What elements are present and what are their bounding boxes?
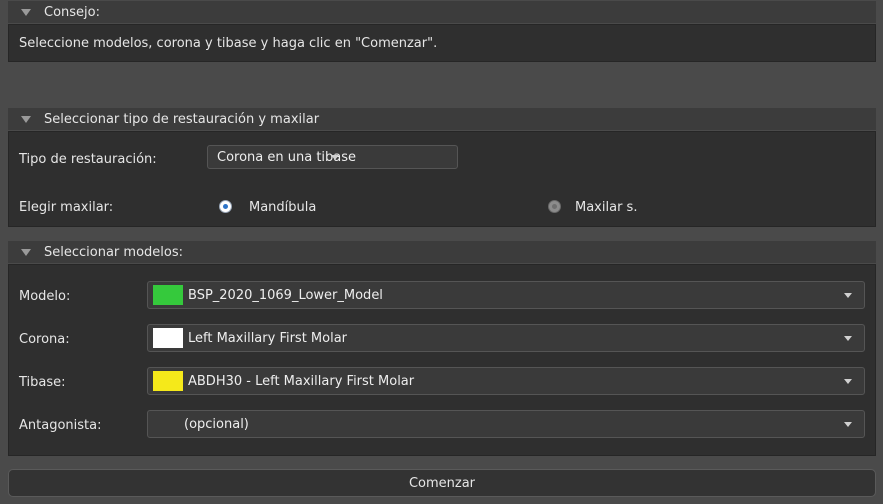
radio-maxilar[interactable]: [548, 200, 561, 213]
restoration-type-dropdown[interactable]: Corona en una tibase: [207, 145, 458, 169]
tibase-value: ABDH30 - Left Maxillary First Molar: [188, 373, 415, 389]
antagonist-label: Antagonista:: [19, 418, 102, 433]
models-header-label: Seleccionar modelos:: [44, 244, 183, 260]
chevron-down-icon: [844, 336, 852, 341]
restoration-panel: Tipo de restauración: Corona en una tiba…: [8, 131, 876, 227]
restoration-section-header[interactable]: Seleccionar tipo de restauración y maxil…: [8, 108, 876, 130]
tibase-dropdown[interactable]: ABDH30 - Left Maxillary First Molar: [147, 367, 865, 395]
chevron-down-icon: [331, 155, 339, 160]
tip-section-header[interactable]: Consejo:: [8, 1, 876, 23]
chevron-down-icon: [844, 293, 852, 298]
models-section-header[interactable]: Seleccionar modelos:: [8, 241, 876, 263]
collapse-triangle-icon[interactable]: [21, 115, 31, 123]
models-panel: Modelo: BSP_2020_1069_Lower_Model Corona…: [8, 264, 876, 456]
model-label: Modelo:: [19, 289, 71, 304]
antagonist-dropdown[interactable]: (opcional): [147, 410, 865, 438]
chevron-down-icon: [844, 422, 852, 427]
radio-maxilar-label[interactable]: Maxilar s.: [575, 200, 637, 215]
radio-mandibula-label[interactable]: Mandíbula: [249, 200, 316, 215]
model-value: BSP_2020_1069_Lower_Model: [188, 287, 383, 303]
collapse-triangle-icon[interactable]: [21, 8, 31, 16]
model-dropdown[interactable]: BSP_2020_1069_Lower_Model: [147, 281, 865, 309]
tibase-label: Tibase:: [19, 375, 66, 390]
jaw-label: Elegir maxilar:: [19, 200, 114, 215]
tip-text: Seleccione modelos, corona y tibase y ha…: [19, 36, 438, 51]
radio-mandibula[interactable]: [219, 200, 232, 213]
crown-label: Corona:: [19, 332, 70, 347]
restoration-header-label: Seleccionar tipo de restauración y maxil…: [44, 111, 320, 127]
start-button[interactable]: Comenzar: [8, 469, 876, 497]
crown-color-swatch: [153, 328, 183, 348]
collapse-triangle-icon[interactable]: [21, 248, 31, 256]
crown-dropdown[interactable]: Left Maxillary First Molar: [147, 324, 865, 352]
chevron-down-icon: [844, 379, 852, 384]
tip-header-label: Consejo:: [44, 4, 100, 20]
restoration-type-label: Tipo de restauración:: [19, 152, 157, 167]
model-color-swatch: [153, 285, 183, 305]
start-button-label: Comenzar: [408, 475, 476, 491]
tibase-color-swatch: [153, 371, 183, 391]
crown-value: Left Maxillary First Molar: [188, 330, 348, 346]
tip-panel: Seleccione modelos, corona y tibase y ha…: [8, 24, 876, 62]
antagonist-value: (opcional): [184, 416, 249, 432]
